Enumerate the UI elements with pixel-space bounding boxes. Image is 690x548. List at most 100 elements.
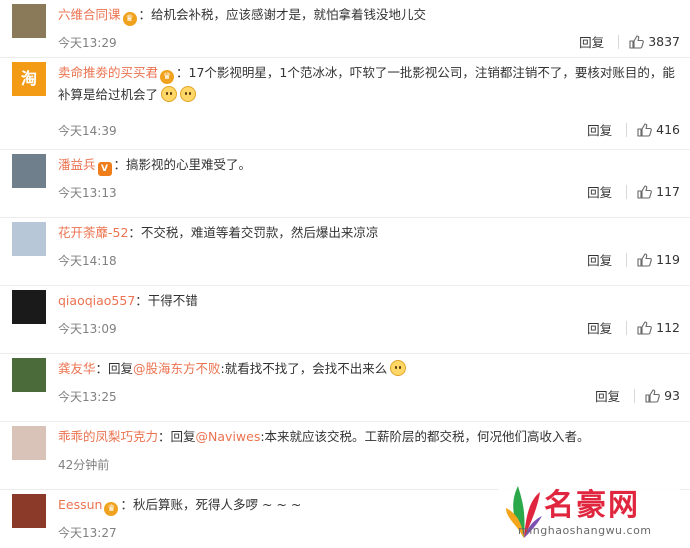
comment-text: ：给机会补税，应该感谢才是，就怕拿着钱没地儿交 bbox=[138, 7, 427, 22]
thumbs-up-icon bbox=[637, 184, 652, 199]
username-link[interactable]: 花开荼蘼-52 bbox=[58, 225, 128, 240]
emoji-face-icon bbox=[180, 86, 197, 102]
like-count: 416 bbox=[656, 122, 680, 137]
comment-time: 今天13:13 bbox=[58, 186, 117, 200]
action-divider bbox=[618, 34, 620, 49]
comment-body: 龚友华：回复@股海东方不败:就看找不找了，会找不出来么 bbox=[58, 358, 680, 380]
reply-button[interactable]: 回复 bbox=[579, 32, 604, 51]
username-link[interactable]: 潘益兵 bbox=[58, 157, 96, 172]
comment-actions: 回复 416 bbox=[587, 120, 680, 139]
avatar[interactable] bbox=[12, 222, 46, 256]
username-link[interactable]: 六维合同课 bbox=[58, 7, 121, 22]
like-button[interactable]: 112 bbox=[637, 320, 680, 335]
reply-button[interactable]: 回复 bbox=[587, 120, 612, 139]
avatar-initial bbox=[12, 154, 46, 188]
crown-badge-icon: ♛ bbox=[160, 70, 175, 84]
comment-actions: 回复 119 bbox=[587, 250, 680, 269]
username-link[interactable]: 乖乖的凤梨巧克力 bbox=[58, 429, 158, 444]
mention-link[interactable]: @股海东方不败 bbox=[133, 361, 221, 376]
thumbs-up-icon bbox=[637, 122, 652, 137]
comment-item: 花开荼蘼-52：不交税，难道等着交罚款，然后爆出来凉凉 今天14:18 回复 119 bbox=[0, 218, 690, 286]
comment-time: 42分钟前 bbox=[58, 458, 110, 472]
thumbs-up-icon bbox=[645, 388, 660, 403]
comment-actions: 回复 93 bbox=[595, 386, 680, 405]
avatar-initial bbox=[12, 290, 46, 324]
comment-text: :本来就应该交税。工薪阶层的都交税，何况他们高收入者。 bbox=[260, 429, 590, 444]
comment-text: ：秋后算账，死得人多啰 ~ ~ ~ bbox=[120, 497, 302, 512]
like-count: 117 bbox=[656, 184, 680, 199]
comment-body: 潘益兵 V ：搞影视的心里难受了。 bbox=[58, 154, 680, 176]
action-divider bbox=[626, 252, 628, 267]
mention-link[interactable]: @Naviwes bbox=[196, 429, 261, 444]
like-button[interactable]: 119 bbox=[637, 252, 680, 267]
comment-text: ：搞影视的心里难受了。 bbox=[113, 157, 252, 172]
comment-item: 六维合同课 ♛ ：给机会补税，应该感谢才是，就怕拿着钱没地儿交今天13:29 回复 38… bbox=[0, 0, 690, 58]
like-count: 112 bbox=[656, 320, 680, 335]
like-button[interactable]: 416 bbox=[637, 122, 680, 137]
like-button[interactable]: 93 bbox=[645, 388, 680, 403]
comment-actions: 回复 117 bbox=[587, 182, 680, 201]
like-count: 119 bbox=[656, 252, 680, 267]
avatar-initial bbox=[12, 222, 46, 256]
emoji-face-icon bbox=[161, 86, 178, 102]
avatar-initial bbox=[12, 494, 46, 528]
comment-actions: 回复 3837 bbox=[579, 32, 680, 51]
comment-text: ：干得不错 bbox=[135, 293, 198, 308]
comment-text: :就看找不找了，会找不出来么 bbox=[220, 361, 388, 376]
action-divider bbox=[626, 184, 628, 199]
reply-button[interactable]: 回复 bbox=[587, 182, 612, 201]
comment-body: 花开荼蘼-52：不交税，难道等着交罚款，然后爆出来凉凉 bbox=[58, 222, 680, 244]
comment-text: ：回复 bbox=[158, 429, 196, 444]
crown-badge-icon: ♛ bbox=[122, 12, 137, 26]
comment-text: ：不交税，难道等着交罚款，然后爆出来凉凉 bbox=[128, 225, 379, 240]
comment-item: 龚友华：回复@股海东方不败:就看找不找了，会找不出来么今天13:25 回复 93 bbox=[0, 354, 690, 422]
comment-item: 淘 卖命推劵的买买君 ♛ ：17个影视明星，1个范冰冰，吓软了一批影视公司，注销都注销… bbox=[0, 58, 690, 150]
thumbs-up-icon bbox=[637, 320, 652, 335]
comment-item: 潘益兵 V ：搞影视的心里难受了。今天13:13 回复 117 bbox=[0, 150, 690, 218]
like-count: 3837 bbox=[648, 34, 680, 49]
action-divider bbox=[634, 388, 636, 403]
comment-time: 今天14:39 bbox=[58, 124, 117, 138]
thumbs-up-icon bbox=[637, 252, 652, 267]
emoji-face-icon bbox=[390, 360, 407, 376]
avatar[interactable] bbox=[12, 426, 46, 460]
comment-time: 今天13:25 bbox=[58, 390, 117, 404]
comment-item: qiaoqiao557：干得不错今天13:09 回复 112 bbox=[0, 286, 690, 354]
watermark-url: minghaoshangwu.com bbox=[518, 524, 652, 537]
username-link[interactable]: 龚友华 bbox=[58, 361, 96, 376]
reply-button[interactable]: 回复 bbox=[587, 250, 612, 269]
reply-button[interactable]: 回复 bbox=[587, 318, 612, 337]
username-link[interactable]: qiaoqiao557 bbox=[58, 293, 135, 308]
reply-button[interactable]: 回复 bbox=[595, 386, 620, 405]
comment-actions: 回复 112 bbox=[587, 318, 680, 337]
comment-body: qiaoqiao557：干得不错 bbox=[58, 290, 680, 312]
comment-time: 今天13:27 bbox=[58, 526, 117, 540]
avatar[interactable] bbox=[12, 154, 46, 188]
watermark-brand: 名豪网 bbox=[544, 488, 640, 523]
avatar-initial bbox=[12, 358, 46, 392]
like-button[interactable]: 117 bbox=[637, 184, 680, 199]
username-link[interactable]: 卖命推劵的买买君 bbox=[58, 65, 158, 80]
comment-time: 今天14:18 bbox=[58, 254, 117, 268]
like-button[interactable]: 3837 bbox=[629, 34, 680, 49]
avatar[interactable] bbox=[12, 358, 46, 392]
comment-body: 六维合同课 ♛ ：给机会补税，应该感谢才是，就怕拿着钱没地儿交 bbox=[58, 4, 680, 26]
comment-body: 乖乖的凤梨巧克力：回复@Naviwes:本来就应该交税。工薪阶层的都交税，何况他… bbox=[58, 426, 680, 448]
avatar-initial bbox=[12, 4, 46, 38]
username-link[interactable]: Eessun bbox=[58, 497, 102, 512]
crown-badge-icon: ♛ bbox=[104, 502, 119, 516]
avatar[interactable] bbox=[12, 494, 46, 528]
avatar-initial bbox=[12, 426, 46, 460]
avatar[interactable] bbox=[12, 290, 46, 324]
avatar[interactable] bbox=[12, 4, 46, 38]
action-divider bbox=[626, 122, 628, 137]
avatar-initial: 淘 bbox=[20, 69, 37, 88]
comment-text: ：回复 bbox=[95, 361, 134, 376]
comment-body: 卖命推劵的买买君 ♛ ：17个影视明星，1个范冰冰，吓软了一批影视公司，注销都注销不… bbox=[58, 62, 680, 106]
like-count: 93 bbox=[664, 388, 680, 403]
action-divider bbox=[626, 320, 628, 335]
watermark: 名豪网 minghaoshangwu.com bbox=[498, 476, 680, 546]
avatar[interactable]: 淘 bbox=[12, 62, 46, 96]
comment-time: 今天13:09 bbox=[58, 322, 117, 336]
comment-time: 今天13:29 bbox=[58, 36, 117, 50]
